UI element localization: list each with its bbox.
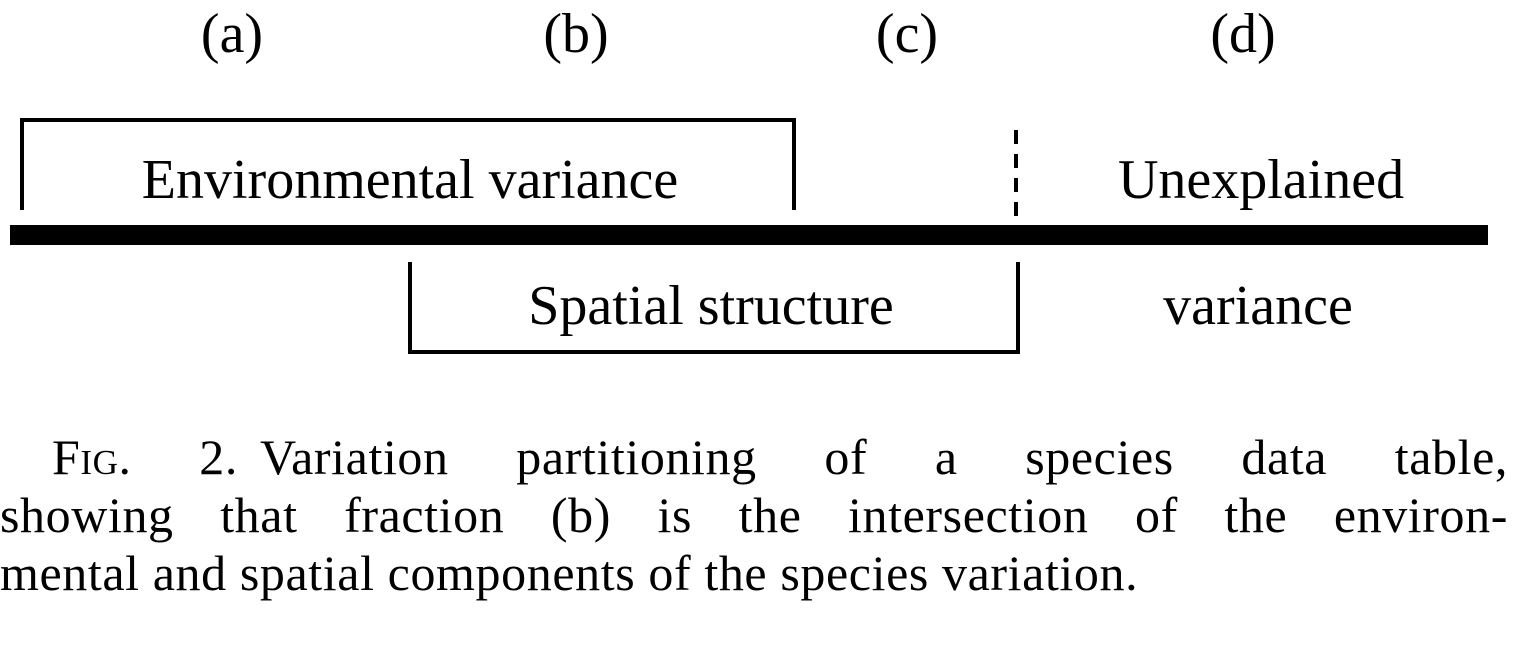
total-variation-bar	[10, 225, 1488, 245]
figure-caption: Fig. 2. Variation partitioning of a speci…	[0, 428, 1508, 602]
unexplained-label: Unexplained	[1117, 149, 1405, 211]
spatial-structure-label: Spatial structure	[528, 275, 894, 337]
caption-line-1: Fig. 2. Variation partitioning of a speci…	[0, 428, 1508, 486]
environmental-variance-label: Environmental variance	[141, 149, 679, 211]
figure-number: Fig. 2.	[52, 429, 238, 485]
variation-partitioning-figure: (a) (b) (c) (d) Environmental variance U…	[0, 0, 1530, 656]
caption-line-1-text: Variation partitioning of a species data…	[259, 429, 1508, 485]
unexplained-variance-label: variance	[1163, 275, 1353, 337]
caption-line-3: mental and spatial components of the spe…	[0, 545, 1139, 601]
caption-line-2: showing that fraction (b) is the interse…	[0, 487, 1508, 543]
